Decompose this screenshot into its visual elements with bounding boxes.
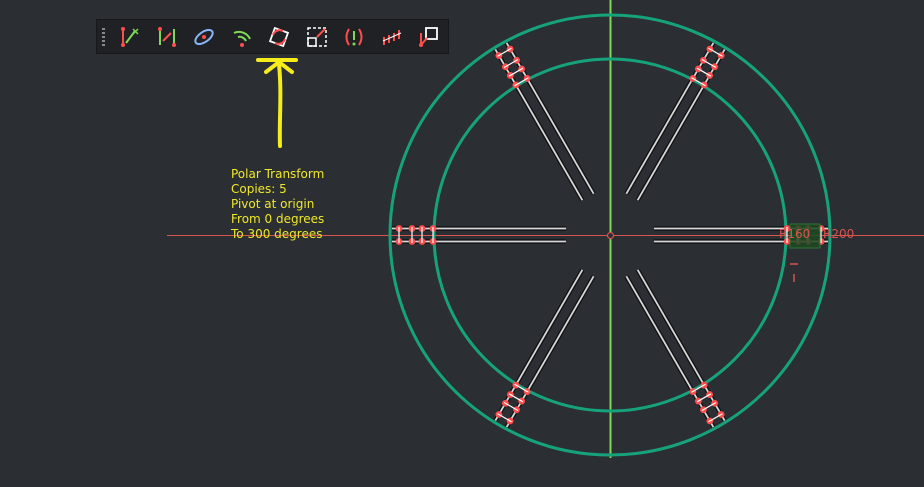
move-button[interactable]	[411, 21, 448, 53]
note-copies: Copies: 5	[231, 182, 287, 196]
spoke-5[interactable]	[492, 268, 596, 429]
vertical-constraint-button[interactable]	[148, 21, 185, 53]
toolbar-grip[interactable]	[97, 20, 111, 53]
sketch-toolbar	[96, 19, 449, 54]
spoke-2[interactable]	[623, 41, 727, 202]
polar-transform-icon	[269, 26, 290, 47]
spoke-3[interactable]	[492, 41, 596, 202]
move-icon	[419, 26, 439, 47]
sketch-canvas[interactable]: R160 R200	[0, 0, 924, 487]
polar-transform-note: Polar Transform Copies: 5 Pivot at origi…	[231, 167, 324, 242]
outer-radius-label: R200	[823, 227, 854, 241]
note-to: To 300 degrees	[231, 227, 323, 241]
note-from: From 0 degrees	[231, 212, 325, 226]
inner-radius-label: R160	[779, 227, 810, 241]
dimension-annotation[interactable]: R160 R200	[779, 223, 854, 282]
scale-icon	[307, 26, 327, 47]
spoke-6[interactable]	[623, 268, 727, 429]
arc-icon	[233, 30, 251, 47]
scale-button[interactable]	[298, 21, 335, 53]
symmetry-icon	[345, 27, 363, 46]
note-pivot: Pivot at origin	[231, 197, 315, 211]
arc-button[interactable]	[223, 21, 260, 53]
horizontal-constraint-icon	[120, 26, 139, 47]
origin-point[interactable]	[606, 231, 615, 240]
linear-array-icon	[382, 29, 402, 45]
symmetry-button[interactable]	[336, 21, 373, 53]
ellipse-icon	[194, 28, 215, 45]
linear-array-button[interactable]	[373, 21, 410, 53]
note-title: Polar Transform	[231, 167, 325, 181]
pointer-arrow	[256, 58, 298, 148]
ellipse-button[interactable]	[186, 21, 223, 53]
horizontal-constraint-button[interactable]	[111, 21, 148, 53]
vertical-constraint-icon	[158, 26, 176, 47]
polar-transform-button[interactable]	[261, 21, 298, 53]
